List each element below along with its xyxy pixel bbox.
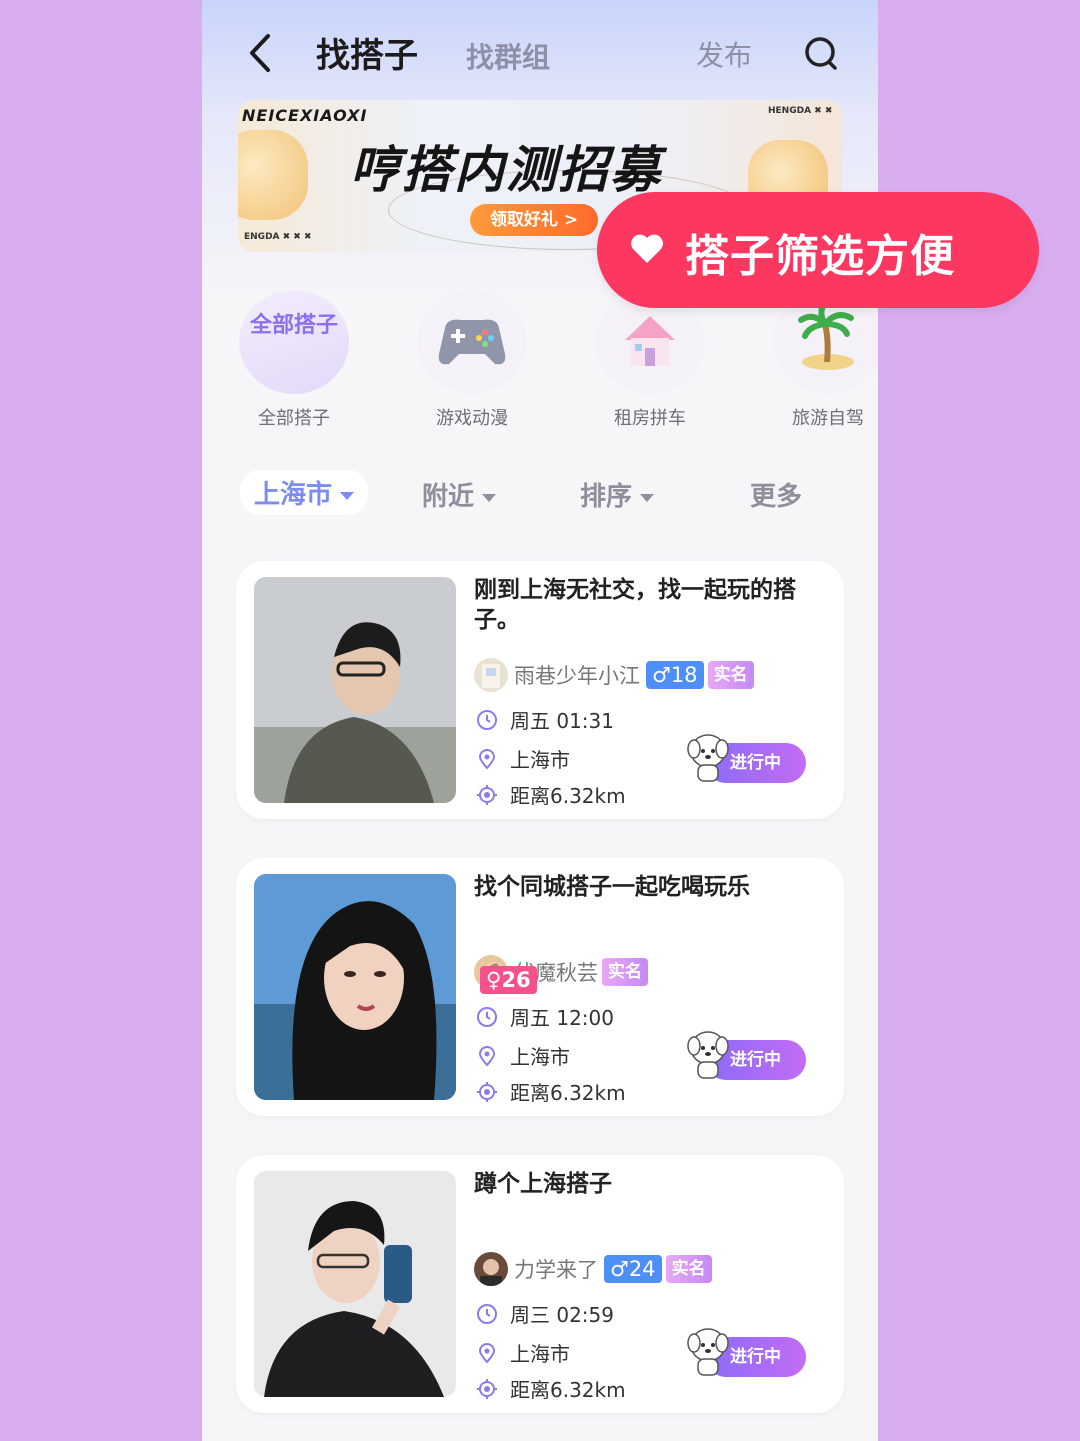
author-name: 雨巷少年小江 (514, 664, 640, 688)
post-time: 周五 12:00 (476, 1002, 614, 1031)
distance-text: 距离6.32km (510, 784, 626, 808)
top-bar: 找搭子 找群组 发布 (202, 0, 878, 100)
author-name: 力学来了 (514, 1258, 598, 1282)
search-icon[interactable] (802, 34, 842, 74)
post-city: 上海市 (476, 1041, 570, 1070)
filter-nearby-label: 附近 (422, 482, 475, 512)
tab-find-groups[interactable]: 找群组 (466, 36, 550, 76)
filter-sort[interactable]: 排序 (580, 476, 655, 513)
banner-tiny-left: ENGDA ✖ ✖ ✖ (244, 232, 312, 242)
post-city: 上海市 (476, 744, 570, 773)
city-text: 上海市 (510, 748, 570, 772)
gender-age-badge: ♂18 (646, 661, 704, 689)
banner-title: 哼搭内测招募 (350, 141, 662, 199)
city-text: 上海市 (510, 1045, 570, 1069)
claim-gift-button[interactable]: 领取好礼 > (470, 204, 598, 236)
clock-icon (477, 1006, 497, 1027)
avatar (474, 658, 508, 692)
gender-age-badge: ♀26 (480, 966, 537, 994)
filter-more[interactable]: 更多 (750, 476, 802, 513)
chevron-down-icon (640, 493, 655, 502)
time-text: 周五 12:00 (510, 1006, 614, 1030)
publish-button[interactable]: 发布 (696, 34, 752, 74)
gamepad-icon (417, 290, 527, 394)
category-housing[interactable]: 租房拼车 (590, 290, 710, 430)
post-distance: 距离6.32km (476, 1374, 626, 1403)
category-all-circle-text: 全部搭子 (249, 313, 338, 338)
filter-city[interactable]: 上海市 (240, 470, 369, 515)
distance-text: 距离6.32km (510, 1378, 626, 1402)
category-all-circle: 全部搭子 (239, 290, 349, 394)
distance-text: 距离6.32km (510, 1081, 626, 1105)
decor-blob (238, 130, 308, 220)
back-arrow-icon[interactable] (242, 30, 282, 76)
location-pin-icon (478, 1045, 496, 1067)
post-author[interactable]: 力学来了 ♂24 实名 (474, 1252, 712, 1286)
locate-icon (477, 1081, 497, 1102)
category-travel[interactable]: 旅游自驾 (768, 290, 878, 430)
category-games[interactable]: 游戏动漫 (412, 290, 532, 430)
chevron-down-icon (340, 491, 355, 500)
post-time: 周三 02:59 (476, 1299, 614, 1328)
post-photo (254, 1171, 456, 1397)
chevron-down-icon (482, 493, 497, 502)
status-badge[interactable]: 进行中 (686, 1328, 810, 1379)
locate-icon (477, 1378, 497, 1399)
time-text: 周三 02:59 (510, 1303, 614, 1327)
gender-age-badge: ♂24 (604, 1255, 662, 1283)
category-all[interactable]: 全部搭子 全部搭子 (234, 290, 354, 430)
status-badge[interactable]: 进行中 (686, 1031, 810, 1082)
post-author[interactable]: 雨巷少年小江 ♂18 实名 (474, 658, 754, 692)
post-photo (254, 874, 456, 1100)
avatar (474, 1252, 508, 1286)
city-text: 上海市 (510, 1342, 570, 1366)
location-pin-icon (478, 748, 496, 770)
verified-badge: 实名 (707, 661, 754, 689)
locate-icon (477, 784, 497, 805)
post-time: 周五 01:31 (476, 705, 614, 734)
post-title: 找个同城搭子一起吃喝玩乐 (474, 874, 750, 900)
clock-icon (477, 709, 497, 730)
post-author[interactable]: 伏魔秋芸 ♀26 实名 (474, 955, 648, 994)
clock-icon (477, 1303, 497, 1324)
filter-sort-label: 排序 (580, 482, 633, 512)
tab-find-partner[interactable]: 找搭子 (316, 28, 418, 77)
location-pin-icon (478, 1342, 496, 1364)
category-label: 游戏动漫 (436, 408, 508, 429)
banner-brand: NEICEXIAOXI (242, 106, 368, 125)
post-photo (254, 577, 456, 803)
category-row: 全部搭子 全部搭子 游戏动漫 租房拼车 旅游自驾 (202, 290, 878, 440)
filter-city-label: 上海市 (254, 480, 333, 510)
post-card[interactable]: 蹲个上海搭子 力学来了 ♂24 实名 周三 02:59 上海市 距离6.32km… (236, 1155, 844, 1413)
post-distance: 距离6.32km (476, 1077, 626, 1106)
post-card[interactable]: 刚到上海无社交，找一起玩的搭子。 雨巷少年小江 ♂18 实名 周五 01:31 … (236, 561, 844, 819)
puppy-icon (687, 1031, 729, 1079)
filter-bar: 上海市 附近 排序 更多 (202, 466, 878, 526)
banner-tiny-right: HENGDA ✖ ✖ (768, 106, 833, 116)
post-title: 刚到上海无社交，找一起玩的搭子。 (474, 577, 796, 633)
post-card[interactable]: 找个同城搭子一起吃喝玩乐 伏魔秋芸 ♀26 实名 周五 12:00 上海市 距离… (236, 858, 844, 1116)
heart-icon (631, 234, 663, 263)
category-label: 租房拼车 (614, 408, 686, 429)
filter-nearby[interactable]: 附近 (422, 476, 497, 513)
post-city: 上海市 (476, 1338, 570, 1367)
post-distance: 距离6.32km (476, 780, 626, 809)
verified-badge: 实名 (665, 1255, 712, 1283)
post-title: 蹲个上海搭子 (474, 1171, 612, 1197)
category-label: 全部搭子 (258, 408, 330, 429)
verified-badge: 实名 (602, 958, 648, 986)
puppy-icon (687, 734, 729, 782)
category-label: 旅游自驾 (792, 408, 864, 429)
puppy-icon (687, 1328, 729, 1376)
time-text: 周五 01:31 (510, 709, 614, 733)
status-badge[interactable]: 进行中 (686, 734, 810, 785)
promo-text: 搭子筛选方便 (685, 231, 955, 282)
promo-callout: 搭子筛选方便 (597, 192, 1039, 308)
